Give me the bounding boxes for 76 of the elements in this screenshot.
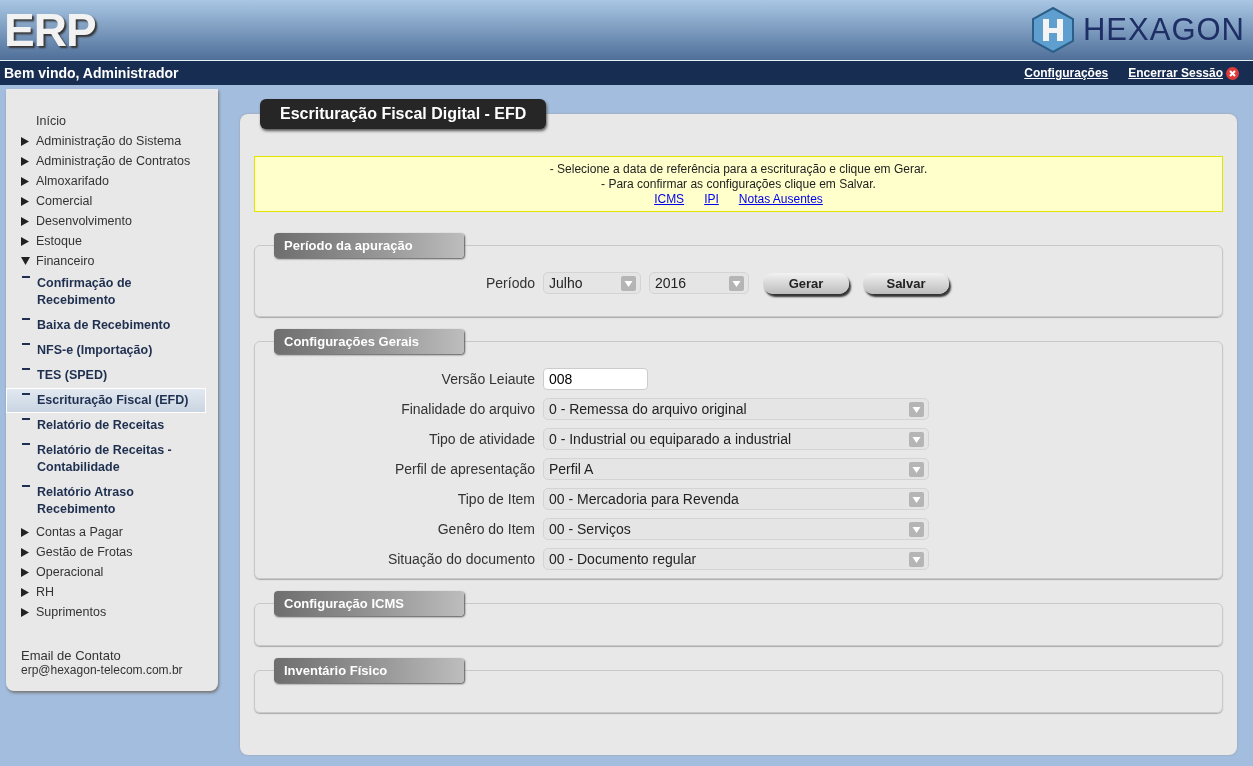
dropdown[interactable]: 2016	[649, 272, 749, 294]
action-button[interactable]: Salvar	[863, 272, 949, 294]
dropdown[interactable]: Perfil A	[543, 458, 929, 480]
dash-icon	[22, 443, 30, 445]
submenu-item[interactable]: NFS-e (Importação)	[6, 338, 206, 363]
dropdown-caret-icon	[909, 551, 924, 567]
submenu-item[interactable]: Escrituração Fiscal (EFD)	[6, 388, 206, 413]
field-label: Perfil de apresentação	[393, 461, 535, 477]
dash-icon	[22, 276, 30, 278]
section-title: Período da apuração	[274, 233, 464, 258]
dash-icon	[22, 343, 30, 345]
menu-item[interactable]: Estoque	[21, 231, 206, 251]
field-label: Genêro do Item	[436, 521, 535, 537]
menu-item[interactable]: RH	[21, 582, 206, 602]
submenu-item[interactable]: TES (SPED)	[6, 363, 206, 388]
dropdown-caret-icon	[909, 401, 924, 417]
expanded-triangle-icon	[21, 257, 30, 265]
menu-item[interactable]: Gestão de Frotas	[21, 542, 206, 562]
menu-item[interactable]: Almoxarifado	[21, 171, 206, 191]
dropdown-caret-icon	[909, 491, 924, 507]
notice-text: - Selecione a data de referência para a escrituração e clique em Gerar.	[548, 162, 929, 177]
input-field[interactable]: 008	[543, 368, 648, 390]
dash-icon	[22, 418, 30, 420]
menu-item[interactable]: Início	[21, 111, 206, 131]
settings-link[interactable]: Configurações	[1024, 66, 1109, 80]
submenu-item[interactable]: Relatório Atraso Recebimento	[6, 480, 206, 522]
section-title: Configuração ICMS	[274, 591, 464, 616]
notice-link[interactable]: ICMS	[654, 192, 685, 207]
dropdown[interactable]: 0 - Remessa do arquivo original	[543, 398, 929, 420]
app-title: ERP	[4, 3, 96, 57]
field-label: Período	[484, 275, 535, 291]
menu-item[interactable]: Contas a Pagar	[21, 522, 206, 542]
section-title: Configurações Gerais	[274, 329, 464, 354]
dropdown-caret-icon	[909, 461, 924, 477]
menu-item[interactable]: Administração de Contratos	[21, 151, 206, 171]
section-title: Inventário Físico	[274, 658, 464, 683]
menu-item[interactable]: Comercial	[21, 191, 206, 211]
action-button[interactable]: Gerar	[763, 272, 849, 294]
dash-icon	[22, 318, 30, 320]
menu-item[interactable]: Administração do Sistema	[21, 131, 206, 151]
dropdown[interactable]: 00 - Serviços	[543, 518, 929, 540]
notice-link[interactable]: IPI	[704, 192, 719, 207]
dropdown[interactable]: 00 - Documento regular	[543, 548, 929, 570]
hexagon-logo-icon	[1030, 7, 1075, 53]
field-label: Finalidade do arquivo	[400, 401, 535, 417]
dropdown-caret-icon	[621, 275, 636, 291]
dash-icon	[22, 368, 30, 370]
dropdown[interactable]: Julho	[543, 272, 641, 294]
field-label: Versão Leiaute	[440, 371, 535, 387]
dash-icon	[22, 393, 30, 395]
logout-link[interactable]: Encerrar Sessão	[1128, 66, 1239, 80]
welcome-text: Bem vindo, Administrador	[4, 65, 179, 81]
submenu-item[interactable]: Baixa de Recebimento	[6, 313, 206, 338]
dropdown[interactable]: 00 - Mercadoria para Revenda	[543, 488, 929, 510]
logo-text: HEXAGON	[1082, 12, 1245, 48]
dropdown-caret-icon	[909, 431, 924, 447]
close-icon	[1226, 66, 1239, 80]
dropdown-caret-icon	[729, 275, 744, 291]
page-title: Escrituração Fiscal Digital - EFD	[260, 99, 547, 129]
submenu-item[interactable]: Relatório de Receitas - Contabilidade	[6, 438, 206, 480]
menu-item[interactable]: Operacional	[21, 562, 206, 582]
contact-label: Email de Contato	[21, 648, 122, 663]
dash-icon	[22, 485, 30, 487]
dropdown-caret-icon	[909, 521, 924, 537]
notice-text: - Para confirmar as configurações clique em Salvar.	[600, 177, 877, 192]
submenu-item[interactable]: Confirmação de Recebimento	[6, 271, 206, 313]
field-label: Tipo de Item	[456, 491, 535, 507]
contact-email: erp@hexagon-telecom.com.br	[21, 663, 184, 677]
notice-link[interactable]: Notas Ausentes	[738, 192, 823, 207]
field-label: Situação do documento	[386, 551, 535, 567]
submenu-item[interactable]: Relatório de Receitas	[6, 413, 206, 438]
menu-item[interactable]: Desenvolvimento	[21, 211, 206, 231]
dropdown[interactable]: 0 - Industrial ou equiparado a industrial	[543, 428, 929, 450]
menu-item[interactable]: Suprimentos	[21, 602, 206, 622]
menu-item[interactable]: Financeiro	[21, 251, 206, 271]
field-label: Tipo de atividade	[427, 431, 535, 447]
